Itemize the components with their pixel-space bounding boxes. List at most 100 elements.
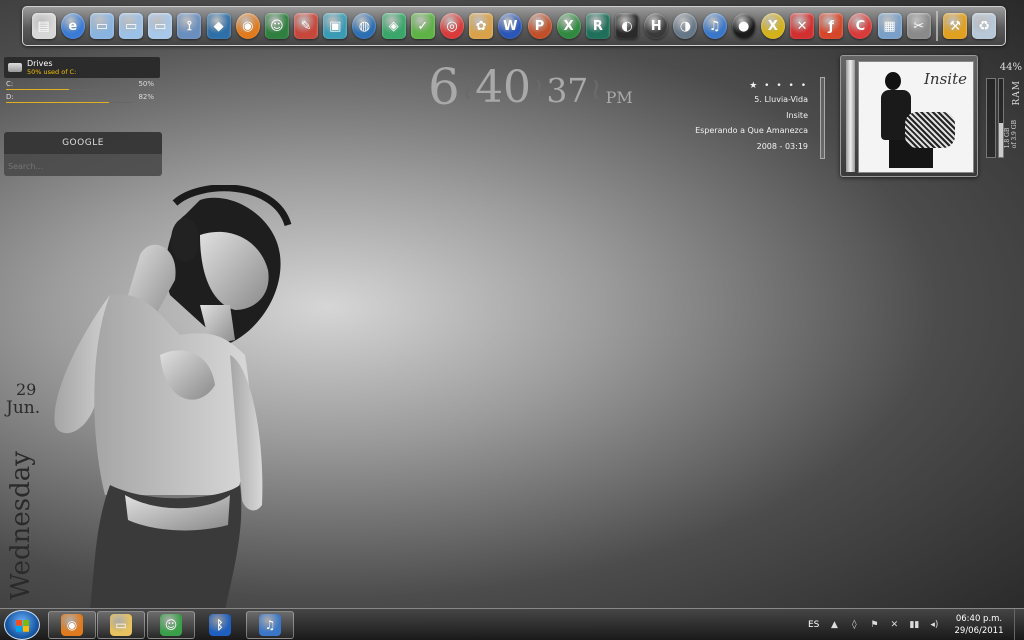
swirl-separator-icon: ≀ xyxy=(533,72,545,107)
google-search-input[interactable] xyxy=(8,158,158,175)
art-figure-legs xyxy=(905,112,955,148)
explorer-icon: ▭ xyxy=(110,614,132,636)
drive-usage-bar xyxy=(6,102,132,103)
dock-gem-icon[interactable]: ◈ xyxy=(381,13,406,39)
drives-header[interactable]: Drives 50% used of C: xyxy=(4,57,160,78)
taskbar-explorer-button[interactable]: ▭ xyxy=(97,611,145,639)
dock-media-icon[interactable]: ● xyxy=(731,13,756,39)
clock-hour: 6 xyxy=(428,58,460,116)
rating-stars[interactable]: ★ • • • • xyxy=(660,80,808,92)
taskbar-bluetooth-button[interactable]: ᛒ xyxy=(196,611,244,639)
date-day: 29 xyxy=(16,380,37,399)
dropbox-icon[interactable]: ◊ xyxy=(849,620,859,630)
system-time: 06:40 p.m. xyxy=(955,614,1003,624)
dock-powerpoint-icon[interactable]: P xyxy=(527,13,552,39)
network-error-icon[interactable]: ✕ xyxy=(889,620,899,630)
show-desktop-button[interactable] xyxy=(1014,609,1024,640)
dock-folder-icon[interactable]: ▭ xyxy=(119,13,144,39)
dock-folder-docs-icon[interactable]: ▭ xyxy=(89,13,114,39)
drives-gadget: Drives 50% used of C: C: 50% D: 82% xyxy=(4,57,160,107)
desktop-date: 29 Jun. Wednesday xyxy=(4,380,46,600)
language-indicator[interactable]: ES xyxy=(808,620,819,630)
album-cover[interactable]: Insite xyxy=(840,55,978,177)
bluetooth-icon: ᛒ xyxy=(209,614,231,636)
messenger-icon: ☺ xyxy=(160,614,182,636)
show-hidden-icons-icon[interactable]: ▲ xyxy=(829,620,839,630)
cd-spine xyxy=(846,60,855,172)
volume-icon[interactable]: ◂) xyxy=(929,620,939,630)
dock-paint-icon[interactable]: ✿ xyxy=(469,13,494,39)
system-date: 29/06/2011 xyxy=(954,626,1004,636)
dock-itunes-icon[interactable]: ♫ xyxy=(702,13,727,39)
taskbar-itunes-button[interactable]: ♫ xyxy=(246,611,294,639)
track-album: Esperando a Que Amanezca xyxy=(695,126,808,135)
dock-display-icon[interactable]: ▣ xyxy=(323,13,348,39)
dock-ie-icon[interactable]: e xyxy=(60,13,85,39)
dock-calculator-icon[interactable]: ▦ xyxy=(877,13,902,39)
dock-recycle-bin-icon[interactable]: ♻ xyxy=(972,13,997,39)
action-center-flag-icon[interactable]: ⚑ xyxy=(869,620,879,630)
art-figure-head xyxy=(885,72,901,90)
hard-drive-icon xyxy=(8,63,22,72)
drive-percent: 82% xyxy=(138,93,154,101)
drives-title: Drives xyxy=(27,59,53,68)
track-artist: Insite xyxy=(786,110,808,120)
dock-xtrem-icon[interactable]: X xyxy=(760,13,785,39)
dock-excel-icon[interactable]: X xyxy=(556,13,581,39)
drive-usage-fill xyxy=(6,89,69,90)
ram-percent: 44% xyxy=(999,62,1022,73)
playback-progress-bar[interactable] xyxy=(820,77,825,159)
start-button[interactable] xyxy=(4,610,40,640)
dock-globe-icon[interactable]: ◍ xyxy=(352,13,377,39)
dock-mouse-icon[interactable]: ◐ xyxy=(615,13,640,39)
taskbar-messenger-button[interactable]: ☺ xyxy=(147,611,195,639)
dock-headset-icon[interactable]: ◑ xyxy=(673,13,698,39)
dock-network-icon[interactable]: ⟟ xyxy=(177,13,202,39)
track-title: 5. Lluvia-Vida xyxy=(754,95,808,104)
dock-tools-icon[interactable]: ✂ xyxy=(906,13,931,39)
dock-people-icon[interactable]: ☺ xyxy=(264,13,289,39)
taskbar-firefox-button[interactable]: ◉ xyxy=(48,611,96,639)
dock-settings-icon[interactable]: ⚒ xyxy=(943,13,968,39)
dock-halo-icon[interactable]: H xyxy=(644,13,669,39)
drive-usage-fill xyxy=(6,102,110,103)
clock-second: 37 xyxy=(546,71,589,110)
dock-ccleaner-icon[interactable]: C xyxy=(848,13,873,39)
windows-logo-icon xyxy=(16,620,29,632)
clock-ampm: PM xyxy=(605,88,633,107)
dock-x-app-icon[interactable]: ✕ xyxy=(790,13,815,39)
album-art-text: Insite xyxy=(924,70,967,88)
drives-subtitle: 50% used of C: xyxy=(27,68,77,76)
dock-camera-icon[interactable]: ◎ xyxy=(439,13,464,39)
dock-folder-pics-icon[interactable]: ▭ xyxy=(148,13,173,39)
dock-word-icon[interactable]: W xyxy=(498,13,523,39)
itunes-icon: ♫ xyxy=(259,614,281,636)
album-art: Insite xyxy=(858,61,974,173)
drive-row-d[interactable]: D: 82% xyxy=(4,91,160,104)
now-playing: ★ • • • • 5. Lluvia-Vida Insite Esperand… xyxy=(660,80,808,154)
desktop-clock: 6 ≀ 40 ≀ 37 ≀ PM xyxy=(428,57,633,113)
dock-firefox-icon[interactable]: ◉ xyxy=(235,13,260,39)
ram-label: RAM xyxy=(1012,80,1022,106)
dock-flash-icon[interactable]: ƒ xyxy=(819,13,844,39)
dock-r-app-icon[interactable]: R xyxy=(585,13,610,39)
system-tray: ES ▲ ◊ ⚑ ✕ ▮▮ ◂) xyxy=(808,609,939,640)
clock-minute: 40 xyxy=(475,62,532,113)
taskbar: ◉ ▭ ☺ ᛒ ♫ ES ▲ ◊ ⚑ ✕ ▮▮ ◂) 06:40 p.m. 29/06/… xyxy=(0,608,1024,640)
system-clock[interactable]: 06:40 p.m. 29/06/2011 xyxy=(948,613,1010,637)
track-year-time: 2008 - 03:19 xyxy=(756,141,808,151)
swirl-separator-icon: ≀ xyxy=(461,72,474,107)
dock-separator xyxy=(935,11,938,41)
dock: ▤ e ▭ ▭ ▭ ⟟ ◆ ◉ ☺ ✎ ▣ ◍ ◈ ✓ ◎ ✿ W P X R ◐ H ◑ ♫ ● X ✕ ƒ C ▦ ✂ ⚒ ♻ xyxy=(22,6,1006,46)
drive-usage-bar xyxy=(6,89,132,90)
drive-row-c[interactable]: C: 50% xyxy=(4,78,160,91)
dock-green-app-icon[interactable]: ✓ xyxy=(410,13,435,39)
signal-icon[interactable]: ▮▮ xyxy=(909,620,919,630)
drive-label: C: xyxy=(6,80,14,88)
date-weekday: Wednesday xyxy=(6,451,36,600)
dock-cube-icon[interactable]: ◆ xyxy=(206,13,231,39)
drive-label: D: xyxy=(6,93,14,101)
dock-pencil-icon[interactable]: ✎ xyxy=(294,13,319,39)
dock-computer-icon[interactable]: ▤ xyxy=(31,13,56,39)
ram-meter: 44% 1.8 GB of 3.9 GB RAM xyxy=(984,62,1022,162)
